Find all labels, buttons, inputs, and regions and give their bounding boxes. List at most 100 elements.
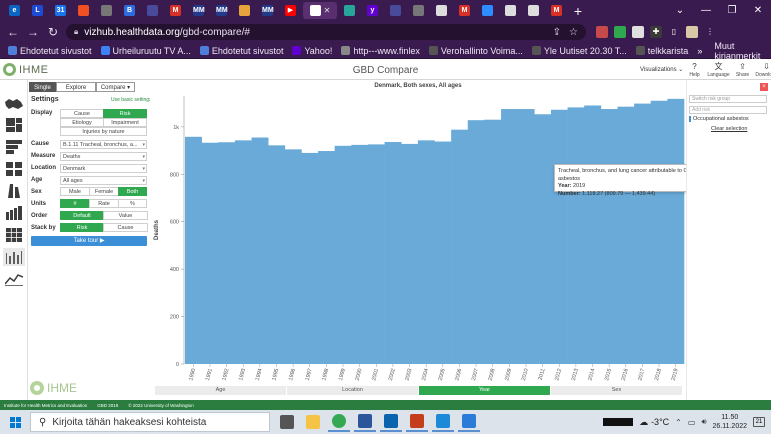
tray-chevron-icon[interactable]: ⌃ [675, 418, 682, 427]
puzzle-icon[interactable]: ✚ [650, 26, 662, 38]
start-button[interactable] [0, 416, 30, 428]
forward-icon[interactable]: → [26, 25, 40, 39]
x-tab-sex[interactable]: Sex [551, 386, 683, 395]
minimize-button[interactable]: — [693, 5, 719, 16]
browser-tab[interactable] [477, 2, 498, 19]
rail-area-chart-icon[interactable] [3, 248, 25, 266]
display-option-risk[interactable]: Risk [103, 109, 147, 118]
new-tab-button[interactable]: + [569, 3, 587, 19]
take-tour-button[interactable]: Take tour ▶ [31, 236, 147, 246]
browser-tab[interactable]: e [4, 2, 25, 19]
bookmark-item[interactable]: telkkarista [635, 46, 688, 56]
edge-taskbar-button[interactable] [432, 412, 454, 432]
browser-tab[interactable]: MM [257, 2, 278, 19]
bookmark-item[interactable]: Verohallinto Voima... [428, 46, 523, 56]
chrome-taskbar-button[interactable] [328, 412, 350, 432]
rail-arrow-diagram-icon[interactable] [3, 138, 25, 156]
maximize-button[interactable]: ❐ [719, 5, 745, 16]
sex-option-both[interactable]: Both [118, 187, 147, 196]
kebab-menu-icon[interactable]: ⋮ [704, 26, 716, 38]
clear-selection-link[interactable]: Clear selection [711, 126, 747, 132]
download-button[interactable]: ⇩Download [755, 62, 771, 78]
task-view-taskbar-button[interactable] [276, 412, 298, 432]
order-option-default[interactable]: Default [60, 211, 104, 220]
profile-avatar[interactable] [686, 26, 698, 38]
order-option-value[interactable]: Value [103, 211, 148, 220]
location-dropdown[interactable]: Denmark ▾ [60, 164, 147, 173]
browser-tab[interactable] [339, 2, 360, 19]
browser-tab[interactable] [234, 2, 255, 19]
visualizations-menu[interactable]: Visualizations ⌄ [640, 66, 683, 73]
measure-dropdown[interactable]: Deaths ▾ [60, 152, 147, 161]
close-tab-icon[interactable]: ✕ [324, 6, 331, 15]
reload-icon[interactable]: ↻ [46, 25, 60, 39]
browser-tab[interactable] [96, 2, 117, 19]
browser-tab[interactable]: ✕ [303, 2, 337, 19]
bookmark-item[interactable]: Ehdotetut sivustot [8, 46, 92, 56]
x-tab-location[interactable]: Location [287, 386, 419, 395]
units-option-rate[interactable]: Rate [89, 199, 119, 208]
legend-item-occupational-asbestos[interactable]: Occupational asbestos [689, 116, 749, 122]
bookmark-item[interactable]: Yle Uutiset 20.30 T... [531, 46, 627, 56]
other-bookmarks-folder[interactable]: Muut kirjanmerkit [711, 41, 763, 61]
bookmark-item[interactable]: Yahoo! [292, 46, 332, 56]
tab-search-button[interactable]: ⌄ [667, 5, 693, 16]
sex-option-female[interactable]: Female [89, 187, 119, 196]
browser-tab[interactable]: 31 [50, 2, 71, 19]
browser-tab[interactable] [408, 2, 429, 19]
mode-tab-single[interactable]: Single [29, 82, 56, 92]
units-option-[interactable]: % [118, 199, 147, 208]
browser-tab[interactable] [142, 2, 163, 19]
extension-gray-icon[interactable] [632, 26, 644, 38]
browser-tab[interactable]: y [362, 2, 383, 19]
rail-rank-icon[interactable] [3, 182, 25, 200]
age-dropdown[interactable]: All ages ▾ [60, 176, 147, 185]
browser-tab[interactable]: M [454, 2, 475, 19]
display-option-injuries-by-nature[interactable]: Injuries by nature [60, 127, 147, 136]
tray-media-widget[interactable] [603, 418, 634, 426]
share-button[interactable]: ⇪ Share [734, 62, 751, 78]
rail-stacked-bar-icon[interactable] [3, 204, 25, 222]
mode-tab-compare[interactable]: Compare ▾ [96, 82, 135, 92]
url-bar[interactable]: 🔒︎ vizhub.healthdata.org/gbd-compare/# ⇪… [66, 24, 586, 40]
mode-tab-explore[interactable]: Explore [56, 82, 96, 92]
browser-tab[interactable]: MM [211, 2, 232, 19]
display-option-etiology[interactable]: Etiology [60, 118, 104, 127]
rail-map-icon[interactable] [3, 95, 25, 113]
bookmark-item[interactable]: Ehdotetut sivustot [199, 46, 283, 56]
footer-institute[interactable]: Institute for Health Metrics and Evaluat… [4, 403, 87, 408]
rail-line-chart-icon[interactable] [3, 270, 25, 288]
word-taskbar-button[interactable] [354, 412, 376, 432]
clock[interactable]: 11.50 26.11.2022 [712, 413, 747, 431]
help-button[interactable]: ? Help [686, 62, 703, 78]
file-explorer-taskbar-button[interactable] [302, 412, 324, 432]
bookmarks-overflow-button[interactable]: » [697, 46, 702, 56]
browser-tab[interactable] [431, 2, 452, 19]
risk-group-select[interactable]: Switch risk group [689, 95, 767, 103]
browser-tab[interactable]: MM [188, 2, 209, 19]
store-taskbar-button[interactable] [458, 412, 480, 432]
browser-tab[interactable] [73, 2, 94, 19]
rail-heatmap-icon[interactable] [3, 226, 25, 244]
add-risk-input[interactable]: Add risk [689, 106, 767, 114]
x-tab-age[interactable]: Age [155, 386, 287, 395]
units-option-[interactable]: # [60, 199, 90, 208]
browser-tab[interactable] [385, 2, 406, 19]
language-button[interactable]: 文 Language [707, 62, 729, 78]
back-icon[interactable]: ← [6, 25, 20, 39]
taskbar-search[interactable]: ⚲ Kirjoita tähän hakeaksesi kohteista [30, 412, 270, 432]
browser-tab[interactable]: M [165, 2, 186, 19]
share-page-icon[interactable]: ⇪ [553, 27, 561, 38]
area-chart[interactable]: Deaths 0 200 400 600 800 1k 1990 1991 1992 1993 199… [150, 92, 686, 385]
browser-tab[interactable]: M [546, 2, 567, 19]
powerpoint-taskbar-button[interactable] [406, 412, 428, 432]
stack-option-cause[interactable]: Cause [103, 223, 148, 232]
bookmark-item[interactable]: Urheiluruutu TV A... [100, 46, 191, 56]
basic-settings-link[interactable]: Use basic settings [111, 97, 152, 103]
browser-tab[interactable]: L [27, 2, 48, 19]
browser-tab[interactable] [500, 2, 521, 19]
browser-tab[interactable]: B [119, 2, 140, 19]
notification-badge[interactable]: 21 [753, 417, 765, 427]
bookmark-item[interactable]: http---www.finlex [341, 46, 420, 56]
rail-pattern-icon[interactable] [3, 160, 25, 178]
